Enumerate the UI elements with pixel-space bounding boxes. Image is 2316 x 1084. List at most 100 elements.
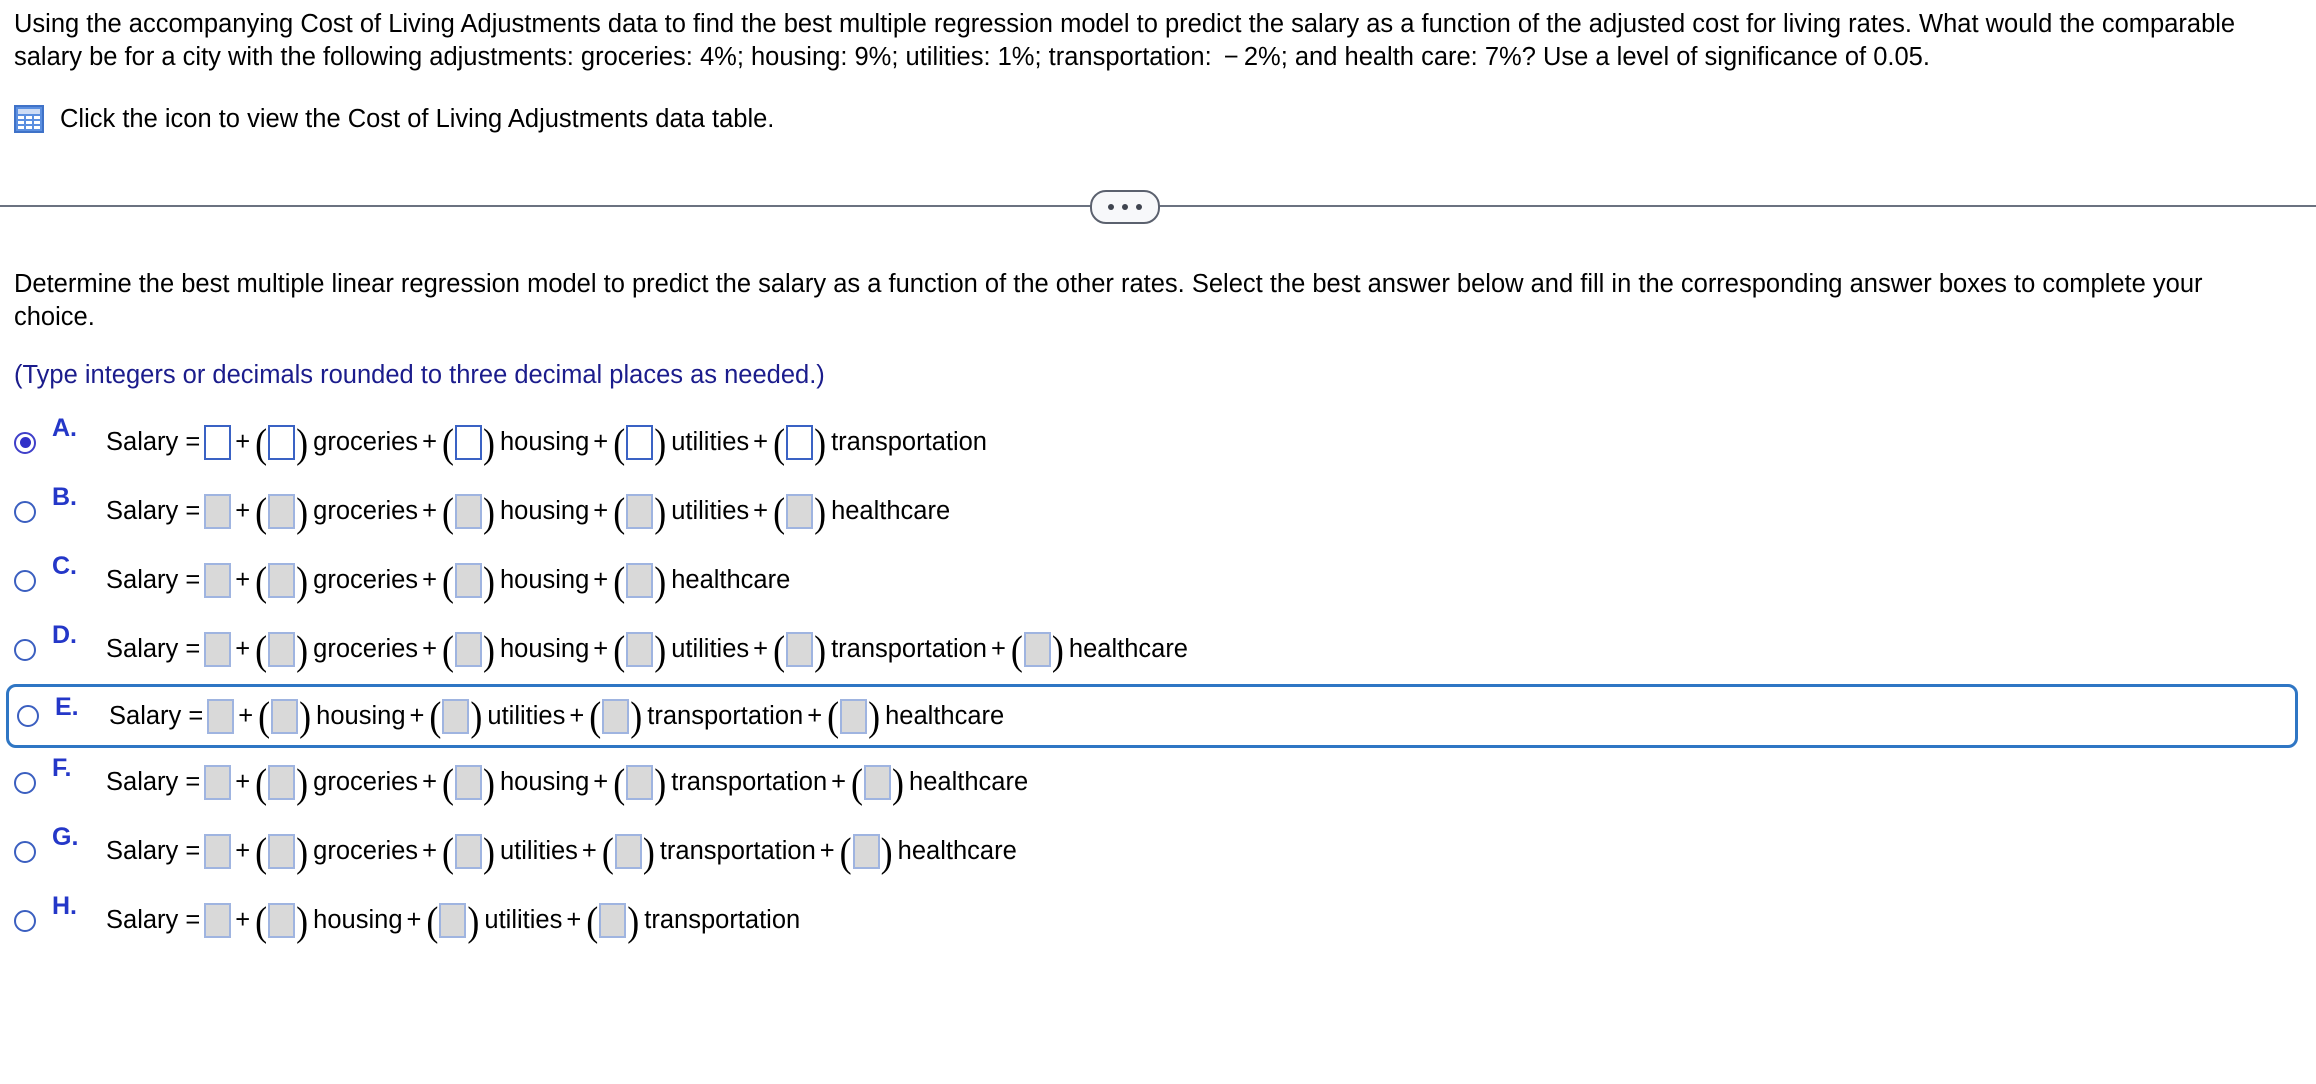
answer-box-coefficient-groceries[interactable] [268, 765, 296, 800]
coefficient-group: () [602, 831, 655, 872]
coefficient-group: () [613, 759, 667, 806]
answer-box-coefficient-healthcare[interactable] [840, 698, 868, 734]
answer-option-f[interactable]: F. Salary = +() groceries +() housing +() trans… [0, 748, 2316, 817]
more-options-ellipsis-button[interactable] [1090, 190, 1160, 224]
answer-box-coefficient-utilities[interactable] [442, 698, 470, 734]
radio-button-c[interactable] [14, 569, 36, 592]
paren-open: ( [441, 488, 454, 535]
paren-open: ( [255, 626, 268, 673]
answer-option-e[interactable]: E. Salary = +() housing +() utilities +() trans… [6, 684, 2298, 748]
answer-box-coefficient-transportation[interactable] [786, 632, 814, 667]
answer-box-intercept[interactable] [204, 632, 232, 667]
answer-box-coefficient-transportation[interactable] [602, 698, 630, 734]
plus-symbol: + [422, 635, 437, 663]
dot-icon [1122, 204, 1128, 210]
plus-symbol: + [238, 701, 254, 730]
paren-close: ) [814, 488, 827, 535]
answer-box-coefficient-groceries[interactable] [268, 834, 296, 869]
radio-button-a[interactable] [14, 431, 36, 454]
answer-box-coefficient-housing[interactable] [454, 632, 482, 667]
answer-option-c[interactable]: C. Salary = +() groceries +() housing +() healt… [0, 546, 2316, 615]
coefficient-group: () [441, 488, 495, 535]
answer-options-list: A. Salary = +() groceries +() housing +() utili… [0, 408, 2316, 955]
paren-close: ) [814, 419, 827, 466]
answer-box-coefficient-groceries[interactable] [268, 563, 296, 598]
formula-lead-label: Salary = [106, 635, 201, 663]
answer-box-intercept[interactable] [204, 425, 232, 460]
variable-label-utilities: utilities [671, 428, 750, 456]
option-letter: F. [52, 754, 72, 782]
data-table-link[interactable]: Click the icon to view the Cost of Livin… [14, 104, 774, 134]
radio-button-f[interactable] [14, 771, 36, 794]
plus-symbol: + [593, 768, 609, 796]
answer-box-coefficient-groceries[interactable] [268, 632, 296, 667]
paren-close: ) [296, 759, 309, 806]
answer-box-coefficient-housing[interactable] [454, 494, 482, 529]
answer-option-d[interactable]: D. Salary = +() groceries +() housing +() utili… [0, 615, 2316, 684]
paren-open: ( [839, 828, 852, 875]
paren-close: ) [296, 557, 309, 604]
paren-open: ( [1010, 626, 1023, 673]
answer-box-coefficient-housing[interactable] [271, 698, 299, 734]
answer-box-coefficient-healthcare[interactable] [1023, 632, 1051, 667]
answer-option-b[interactable]: B. Salary = +() groceries +() housing +() utili… [0, 477, 2316, 546]
answer-box-coefficient-healthcare[interactable] [864, 765, 892, 800]
radio-button-d[interactable] [14, 638, 36, 661]
coefficient-group: () [442, 557, 495, 604]
answer-box-coefficient-housing[interactable] [454, 425, 482, 460]
paren-close: ) [880, 828, 893, 875]
option-letter: A. [52, 414, 77, 442]
plus-symbol: + [831, 768, 847, 796]
answer-box-coefficient-healthcare[interactable] [626, 563, 654, 598]
paren-close: ) [654, 419, 667, 466]
coefficient-group: () [255, 557, 309, 604]
answer-box-coefficient-utilities[interactable] [439, 903, 467, 938]
variable-label-groceries: groceries [313, 635, 419, 663]
question-hint: (Type integers or decimals rounded to th… [14, 361, 825, 389]
answer-box-intercept[interactable] [204, 494, 232, 529]
answer-box-coefficient-utilities[interactable] [454, 834, 482, 869]
option-letter: H. [52, 892, 77, 920]
answer-box-coefficient-utilities[interactable] [626, 425, 654, 460]
paren-close: ) [482, 557, 495, 604]
answer-box-intercept[interactable] [204, 563, 232, 598]
answer-box-coefficient-housing[interactable] [268, 903, 296, 938]
variable-label-healthcare: healthcare [831, 497, 951, 525]
answer-box-coefficient-groceries[interactable] [268, 425, 296, 460]
variable-label-housing: housing [499, 566, 590, 594]
radio-button-g[interactable] [14, 840, 36, 863]
paren-open: ( [258, 693, 271, 739]
paren-close: ) [654, 759, 667, 806]
coefficient-group: () [442, 762, 495, 803]
answer-box-coefficient-transportation[interactable] [626, 765, 654, 800]
answer-box-coefficient-utilities[interactable] [626, 494, 654, 529]
answer-option-h[interactable]: H. Salary = +() housing +() utilities +() trans… [0, 886, 2316, 955]
answer-box-coefficient-utilities[interactable] [626, 632, 654, 667]
answer-option-a[interactable]: A. Salary = +() groceries +() housing +() utili… [0, 408, 2316, 477]
table-grid-icon[interactable] [14, 105, 44, 133]
question-text: Determine the best multiple linear regre… [14, 270, 2203, 331]
answer-box-coefficient-healthcare[interactable] [852, 834, 880, 869]
answer-box-intercept[interactable] [204, 834, 232, 869]
answer-box-coefficient-transportation[interactable] [599, 903, 627, 938]
variable-label-housing: housing [499, 497, 590, 525]
plus-symbol: + [422, 566, 437, 594]
radio-button-e[interactable] [17, 705, 39, 727]
plus-symbol: + [581, 837, 597, 865]
radio-button-h[interactable] [14, 909, 36, 932]
option-letter: G. [52, 823, 79, 851]
answer-box-coefficient-healthcare[interactable] [786, 494, 814, 529]
answer-box-intercept[interactable] [204, 903, 232, 938]
answer-box-intercept[interactable] [204, 765, 232, 800]
variable-label-housing: housing [499, 428, 590, 456]
answer-box-coefficient-housing[interactable] [454, 765, 482, 800]
radio-button-b[interactable] [14, 500, 36, 523]
answer-box-intercept[interactable] [207, 698, 235, 734]
answer-box-coefficient-transportation[interactable] [614, 834, 642, 869]
answer-box-coefficient-groceries[interactable] [268, 494, 296, 529]
answer-box-coefficient-transportation[interactable] [786, 425, 814, 460]
dot-icon [1108, 204, 1114, 210]
answer-box-coefficient-housing[interactable] [454, 563, 482, 598]
answer-option-g[interactable]: G. Salary = +() groceries +() utilities +() tra… [0, 817, 2316, 886]
paren-close: ) [654, 488, 667, 535]
